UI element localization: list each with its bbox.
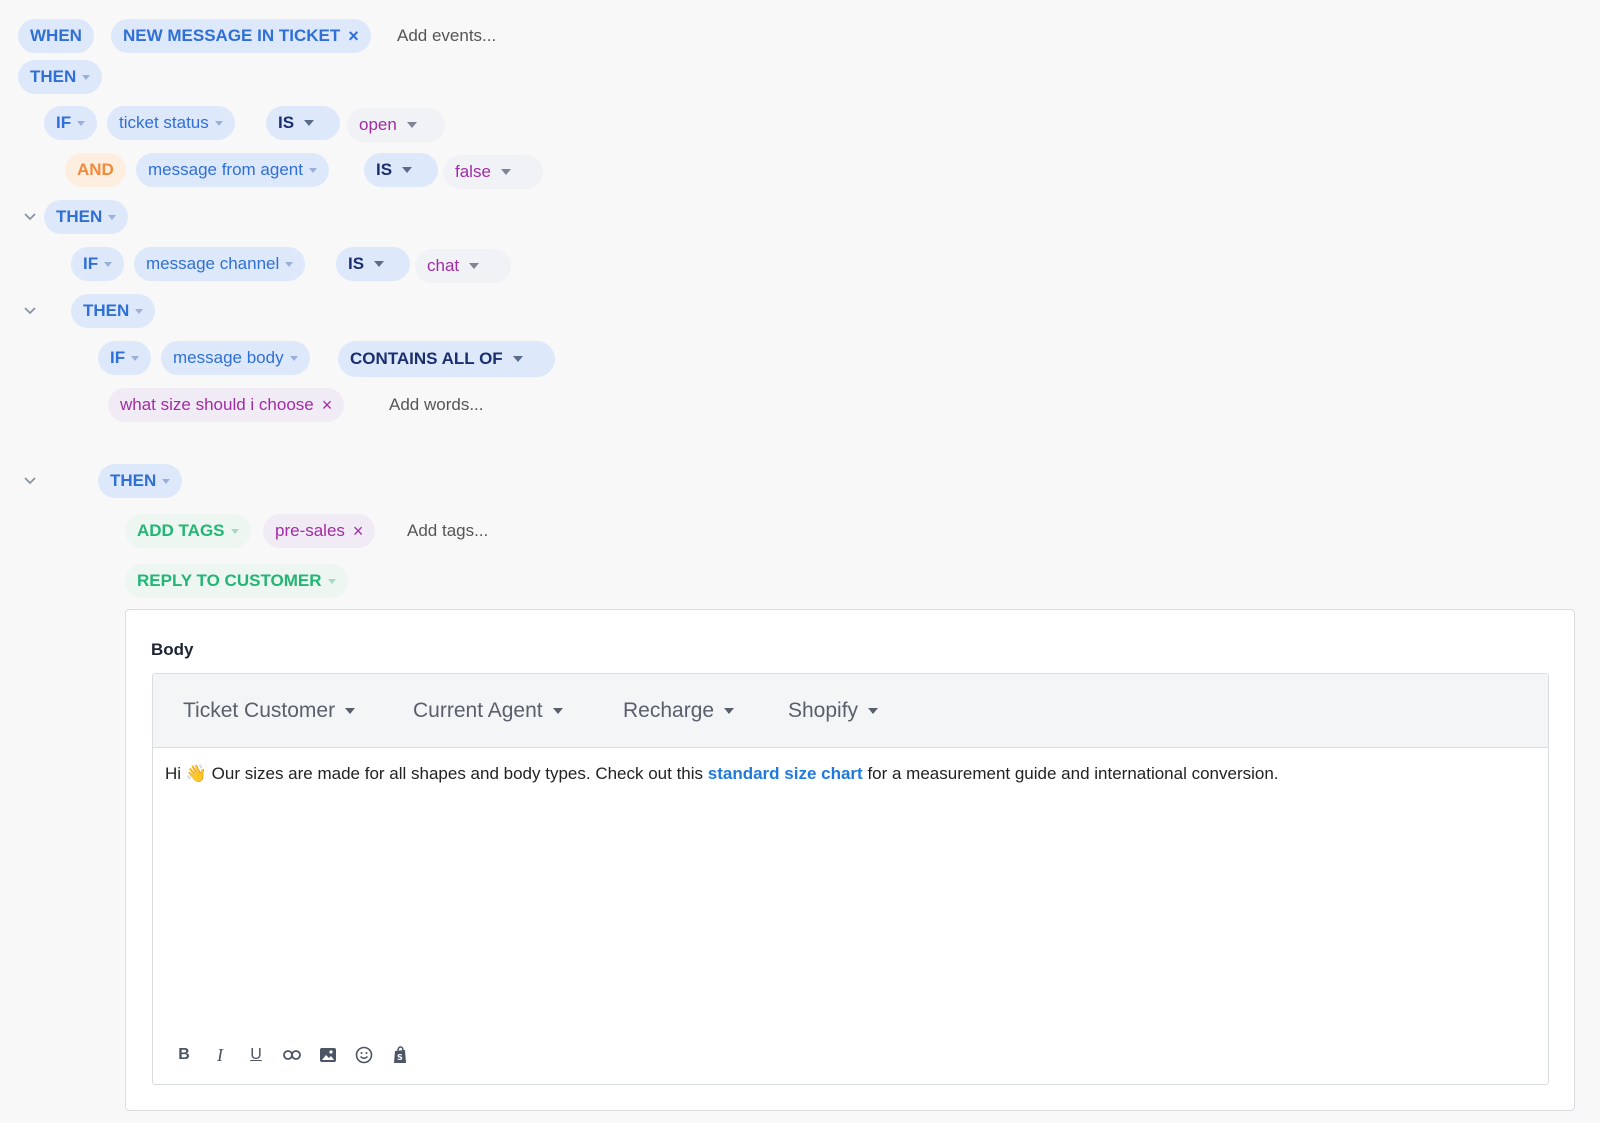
size-chart-link[interactable]: standard size chart xyxy=(708,764,863,783)
when-keyword: WHEN xyxy=(18,19,94,53)
then-block3[interactable]: THEN xyxy=(98,464,183,498)
tag-chip[interactable]: pre-sales × xyxy=(263,514,376,548)
variable-recharge[interactable]: Recharge xyxy=(623,674,735,748)
operator-is-1[interactable]: IS xyxy=(266,106,340,140)
then-block2[interactable]: THEN xyxy=(71,294,156,328)
collapse-chevron-2[interactable] xyxy=(23,304,37,318)
link-icon[interactable] xyxy=(281,1044,303,1066)
action-add-tags[interactable]: ADD TAGS xyxy=(125,514,251,548)
then-block1[interactable]: THEN xyxy=(44,200,129,234)
svg-text:S: S xyxy=(397,1053,403,1062)
underline-icon[interactable]: U xyxy=(245,1044,267,1066)
add-events-input[interactable]: Add events... xyxy=(397,19,496,53)
then-root[interactable]: THEN xyxy=(18,60,103,94)
emoji-icon[interactable] xyxy=(353,1044,375,1066)
image-icon[interactable] xyxy=(317,1044,339,1066)
field-ticket-status[interactable]: ticket status xyxy=(107,106,235,140)
collapse-chevron-3[interactable] xyxy=(23,474,37,488)
variable-shopify[interactable]: Shopify xyxy=(788,674,879,748)
tag-chip-label: pre-sales xyxy=(275,521,345,540)
event-chip-label: NEW MESSAGE IN TICKET xyxy=(123,26,341,45)
operator-is-2[interactable]: IS xyxy=(364,153,438,187)
remove-tag-icon[interactable]: × xyxy=(353,522,364,540)
shopify-icon[interactable]: S xyxy=(389,1044,411,1066)
operator-contains-all-of[interactable]: CONTAINS ALL OF xyxy=(338,341,555,377)
add-words-input[interactable]: Add words... xyxy=(389,388,484,422)
italic-icon[interactable]: I xyxy=(209,1044,231,1066)
remove-event-icon[interactable]: × xyxy=(348,27,359,45)
word-chip[interactable]: what size should i choose × xyxy=(108,388,345,422)
event-chip[interactable]: NEW MESSAGE IN TICKET × xyxy=(111,19,371,53)
if-block3[interactable]: IF xyxy=(98,341,152,375)
field-message-from-agent[interactable]: message from agent xyxy=(136,153,329,187)
remove-word-icon[interactable]: × xyxy=(322,396,333,414)
field-message-channel[interactable]: message channel xyxy=(134,247,306,281)
body-label: Body xyxy=(151,640,194,659)
and-connector[interactable]: AND xyxy=(65,153,126,187)
add-tags-input[interactable]: Add tags... xyxy=(407,514,488,548)
message-text[interactable]: Hi 👋 Our sizes are made for all shapes a… xyxy=(165,764,1279,784)
value-open[interactable]: open xyxy=(347,108,445,142)
format-toolbar: B I U S xyxy=(173,1044,411,1066)
if-block2[interactable]: IF xyxy=(71,247,125,281)
collapse-chevron-1[interactable] xyxy=(23,210,37,224)
bold-icon[interactable]: B xyxy=(173,1044,195,1066)
reply-panel: Body Ticket Customer Current Agent Recha… xyxy=(125,609,1575,1111)
action-reply-to-customer[interactable]: REPLY TO CUSTOMER xyxy=(125,564,348,598)
if-block1[interactable]: IF xyxy=(44,106,98,140)
word-chip-label: what size should i choose xyxy=(120,395,314,414)
field-message-body[interactable]: message body xyxy=(161,341,310,375)
message-editor[interactable]: Ticket Customer Current Agent Recharge S… xyxy=(152,673,1549,1085)
variables-toolbar: Ticket Customer Current Agent Recharge S… xyxy=(153,674,1548,748)
operator-is-3[interactable]: IS xyxy=(336,247,410,281)
value-false[interactable]: false xyxy=(443,155,543,189)
value-chat[interactable]: chat xyxy=(415,249,511,283)
variable-current-agent[interactable]: Current Agent xyxy=(413,674,563,748)
variable-ticket-customer[interactable]: Ticket Customer xyxy=(183,674,356,748)
